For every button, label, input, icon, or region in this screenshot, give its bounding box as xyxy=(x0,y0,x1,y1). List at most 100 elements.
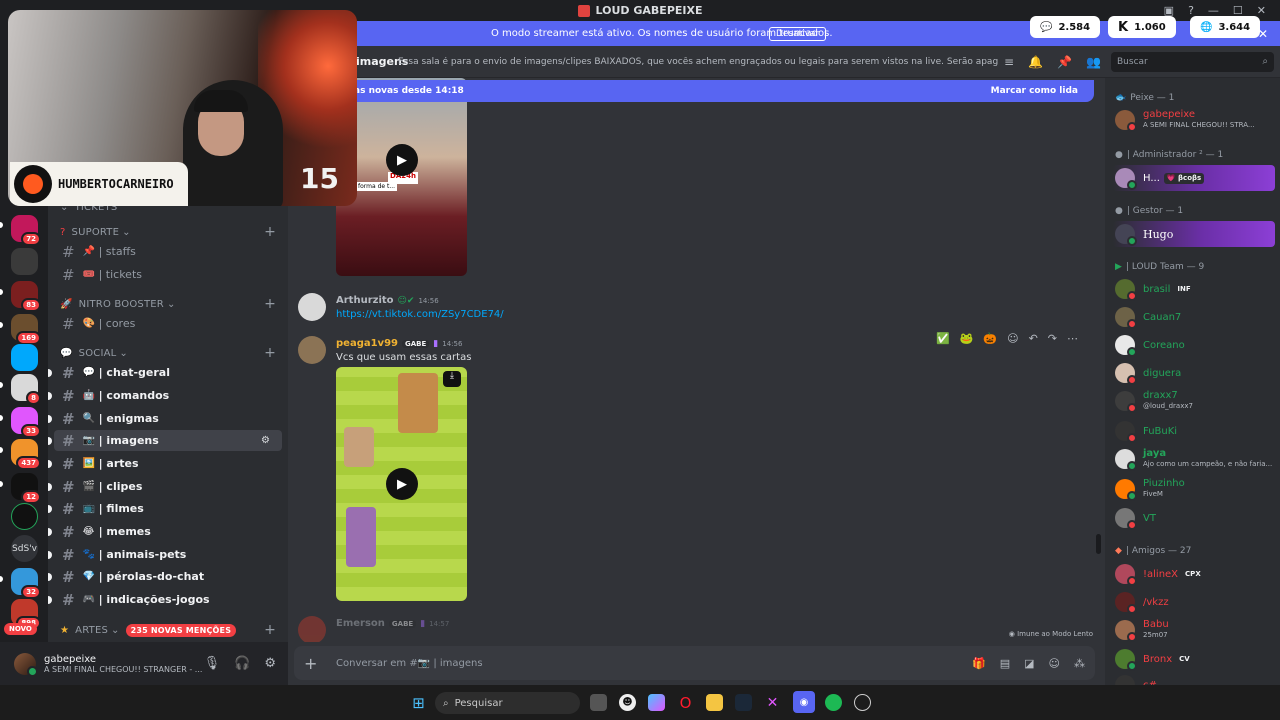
member-item[interactable]: VT xyxy=(1113,505,1275,531)
channel-indicacoes-jogos[interactable]: # 🎮 | indicações-jogos xyxy=(48,589,282,610)
avatar[interactable] xyxy=(298,616,326,642)
opera-icon[interactable]: O xyxy=(677,694,694,712)
bell-icon[interactable]: 🔔 xyxy=(1028,55,1043,69)
message-author[interactable]: Emerson xyxy=(336,618,385,629)
disable-streamer-button[interactable]: Desativar xyxy=(769,26,827,41)
channel-animais-pets[interactable]: # 🐾 | animais-pets xyxy=(48,544,282,565)
mentions-badge[interactable]: 235 NOVAS MENÇÕES xyxy=(125,623,237,637)
forward-icon[interactable]: ↷ xyxy=(1048,332,1057,345)
avatar[interactable] xyxy=(298,336,326,364)
member-item[interactable]: FuBuKi xyxy=(1113,418,1275,444)
channel-staffs[interactable]: # 📌 | staffs xyxy=(54,241,282,262)
app-icon[interactable]: ☻ xyxy=(619,694,636,711)
category-suporte[interactable]: ? SUPORTE ⌄ + xyxy=(60,224,276,240)
file-explorer-icon[interactable] xyxy=(706,694,723,711)
mark-as-read-button[interactable]: Marcar como lida xyxy=(991,86,1078,96)
member-item[interactable]: gabepeixe A SEMI FINAL CHEGOU!! STRA... xyxy=(1113,107,1275,133)
add-reaction-icon[interactable]: ☺ xyxy=(1007,332,1018,345)
add-channel-icon[interactable]: + xyxy=(264,622,276,638)
member-item[interactable]: Piuzinho FiveM xyxy=(1113,476,1275,502)
member-item[interactable]: Babu 25m07 xyxy=(1113,617,1275,643)
channel-imagens[interactable]: # 📷 | imagens ⚙ xyxy=(48,430,282,451)
user-name[interactable]: gabepeixe xyxy=(44,654,204,665)
server-icon[interactable]: 83 xyxy=(11,281,41,312)
headphones-icon[interactable]: 🎧 xyxy=(234,656,250,671)
channel-filmes[interactable]: # 📺 | filmes xyxy=(48,498,282,519)
server-icon[interactable]: 33 xyxy=(11,407,41,438)
copilot-icon[interactable] xyxy=(648,694,665,711)
channel-chat-geral[interactable]: # 💬 | chat-geral xyxy=(48,362,282,383)
obs-icon[interactable] xyxy=(854,694,871,711)
windows-start-icon[interactable]: ⊞ xyxy=(410,694,427,712)
server-icon[interactable]: 72 xyxy=(11,215,41,246)
channel-artes[interactable]: # 🖼️ | artes xyxy=(48,453,282,474)
members-icon[interactable]: 👥 xyxy=(1086,55,1101,69)
new-messages-bar[interactable]: as novas desde 14:18 Marcar como lida xyxy=(348,80,1094,102)
avatar[interactable] xyxy=(298,293,326,321)
category-artes[interactable]: ★ ARTES ⌄ 235 NOVAS MENÇÕES + xyxy=(60,622,276,638)
help-icon[interactable]: ? xyxy=(1188,4,1194,17)
member-item[interactable]: Bronx CV xyxy=(1113,646,1275,672)
download-icon[interactable]: ⤓ xyxy=(443,371,461,387)
sticker-icon[interactable]: ◪ xyxy=(1024,657,1034,670)
server-icon[interactable] xyxy=(11,344,38,371)
task-view-icon[interactable] xyxy=(590,694,607,711)
avatar[interactable] xyxy=(14,652,38,677)
category-social[interactable]: 💬 SOCIAL ⌄ + xyxy=(60,345,276,361)
category-nitro-booster[interactable]: 🚀 NITRO BOOSTER ⌄ + xyxy=(60,296,276,312)
search-input[interactable]: Buscar ⌕ xyxy=(1111,51,1274,72)
server-icon[interactable]: 8 xyxy=(11,374,41,405)
server-icon[interactable]: 12 xyxy=(11,473,41,504)
gif-icon[interactable]: ▤ xyxy=(1000,657,1010,670)
channel-tickets[interactable]: # 🎟️ | tickets xyxy=(54,264,282,285)
play-icon[interactable]: ▶ xyxy=(386,144,418,176)
message-author[interactable]: peaga1v99 xyxy=(336,338,398,349)
member-item[interactable]: Cauan7 xyxy=(1113,304,1275,330)
channel-perolas-do-chat[interactable]: # 💎 | pérolas-do-chat xyxy=(48,566,282,587)
member-item[interactable]: Hugo xyxy=(1113,221,1275,247)
reaction-icon[interactable]: 🐸 xyxy=(960,332,974,345)
pin-icon[interactable]: 📌 xyxy=(1057,55,1072,69)
gear-icon[interactable]: ⚙ xyxy=(264,656,276,671)
reaction-icon[interactable]: 🎃 xyxy=(983,332,997,345)
channel-enigmas[interactable]: # 🔍 | enigmas xyxy=(48,408,282,429)
member-item[interactable]: Coreano xyxy=(1113,332,1275,358)
add-channel-icon[interactable]: + xyxy=(264,345,276,361)
message-link[interactable]: https://vt.tiktok.com/ZSy7CDE74/ xyxy=(336,309,504,320)
server-icon[interactable]: SdS'v xyxy=(11,535,38,562)
member-item[interactable]: diguera xyxy=(1113,360,1275,386)
more-icon[interactable]: ⋯ xyxy=(1067,332,1078,345)
channel-cores[interactable]: # 🎨 | cores xyxy=(54,313,282,334)
add-attachment-icon[interactable]: + xyxy=(304,654,317,673)
threads-icon[interactable]: ≡ xyxy=(1004,55,1014,69)
close-window-icon[interactable]: ✕ xyxy=(1257,4,1266,17)
gift-icon[interactable]: 🎁 xyxy=(972,657,986,670)
server-icon[interactable]: 898 xyxy=(11,599,41,630)
taskbar-search-input[interactable]: ⌕ Pesquisar xyxy=(435,692,580,714)
server-icon[interactable]: 32 xyxy=(11,568,41,599)
counter-pill[interactable]: 💬 2.584 xyxy=(1030,16,1101,38)
member-item[interactable]: !alineX CPX xyxy=(1113,561,1275,587)
video-attachment[interactable]: ⤓ ▶ xyxy=(336,367,467,601)
member-item[interactable]: H... 💗 βcoβs xyxy=(1113,165,1275,191)
member-item[interactable]: draxx7 @loud_draxx7 xyxy=(1113,388,1275,414)
apps-icon[interactable]: ⁂ xyxy=(1074,657,1085,670)
channel-settings-icon[interactable]: ⚙ xyxy=(261,435,274,446)
reaction-check-icon[interactable]: ✅ xyxy=(936,332,950,345)
discord-icon[interactable]: ◉ xyxy=(793,691,815,713)
server-icon[interactable] xyxy=(11,503,38,530)
server-icon[interactable]: 169 xyxy=(11,314,41,345)
member-item[interactable]: /vkzz xyxy=(1113,589,1275,615)
channel-clipes[interactable]: # 🎬 | clipes xyxy=(48,476,282,497)
counter-pill[interactable]: 🌐 3.644 xyxy=(1190,16,1261,38)
member-item[interactable]: brasil INF xyxy=(1113,276,1275,302)
server-icon[interactable] xyxy=(11,248,38,275)
channel-memes[interactable]: # 😂 | memes xyxy=(48,521,282,542)
channel-topic[interactable]: Essa sala é para o envio de imagens/clip… xyxy=(398,57,998,67)
steam-icon[interactable] xyxy=(735,694,752,711)
counter-pill[interactable]: K 1.060 xyxy=(1108,16,1176,38)
reply-icon[interactable]: ↶ xyxy=(1029,332,1038,345)
message-author[interactable]: Arthurzito xyxy=(336,295,394,306)
play-icon[interactable]: ▶ xyxy=(386,468,418,500)
message-input[interactable]: + Conversar em #📷 | imagens 🎁 ▤ ◪ ☺ ⁂ xyxy=(294,646,1095,680)
